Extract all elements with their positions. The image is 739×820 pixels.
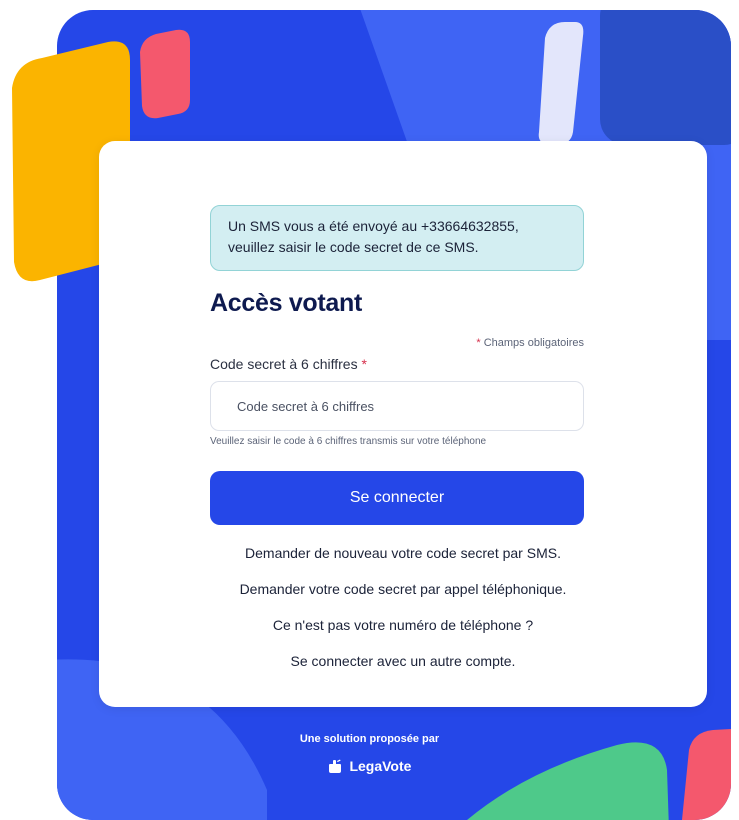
- secret-code-input[interactable]: [210, 381, 584, 431]
- required-note-text: Champs obligatoires: [483, 337, 584, 349]
- code-help-text: Veuillez saisir le code à 6 chiffres tra…: [210, 436, 487, 447]
- dark-blue-block: [600, 10, 731, 145]
- other-account-link[interactable]: Se connecter avec un autre compte.: [99, 653, 707, 669]
- footer-tagline: Une solution proposée par: [299, 733, 440, 745]
- request-call-link[interactable]: Demander votre code secret par appel tél…: [99, 581, 707, 597]
- sms-sent-alert: Un SMS vous a été envoyé au +33664632855…: [210, 205, 584, 271]
- required-star: *: [476, 337, 481, 349]
- legavote-logo-icon: [328, 759, 341, 773]
- connect-button[interactable]: Se connecter: [210, 471, 584, 525]
- brand-link[interactable]: LegaVote: [0, 758, 739, 774]
- page-title: Accès votant: [210, 289, 363, 317]
- alert-line-2: veuillez saisir le code secret de ce SMS…: [228, 239, 479, 255]
- required-fields-note: * Champs obligatoires: [476, 337, 584, 349]
- code-required-star: *: [361, 356, 367, 372]
- brand-name: LegaVote: [349, 758, 412, 774]
- login-page: Un SMS vous a été envoyé au +33664632855…: [0, 0, 739, 820]
- wrong-number-link[interactable]: Ce n'est pas votre numéro de téléphone ?: [99, 617, 707, 633]
- alert-line-1: Un SMS vous a été envoyé au +33664632855…: [228, 218, 519, 234]
- code-label-text: Code secret à 6 chiffres: [210, 356, 358, 372]
- login-card: Un SMS vous a été envoyé au +33664632855…: [99, 141, 707, 707]
- code-field-label: Code secret à 6 chiffres *: [210, 356, 367, 372]
- green-shape: [467, 742, 669, 820]
- pink-shape-top: [140, 29, 190, 119]
- resend-sms-link[interactable]: Demander de nouveau votre code secret pa…: [99, 545, 707, 561]
